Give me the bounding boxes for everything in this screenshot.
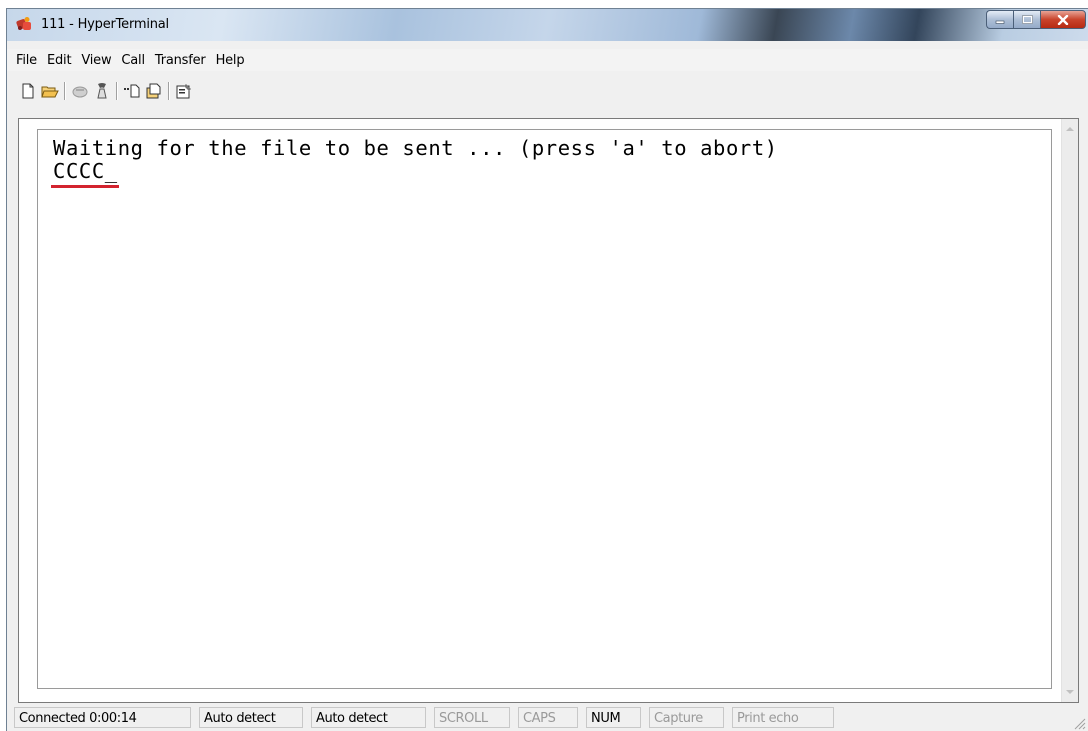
status-auto-detect-speed: Auto detect bbox=[199, 707, 303, 728]
terminal-screen[interactable]: Waiting for the file to be sent ... (pre… bbox=[37, 129, 1052, 689]
menu-transfer[interactable]: Transfer bbox=[150, 53, 211, 68]
maximize-icon bbox=[1021, 15, 1033, 24]
window-controls bbox=[986, 10, 1086, 31]
dial-button[interactable] bbox=[91, 81, 113, 101]
status-auto-detect-params: Auto detect bbox=[311, 707, 426, 728]
receive-file-button[interactable] bbox=[143, 81, 165, 101]
scroll-up-button[interactable] bbox=[1062, 121, 1078, 137]
scroll-down-button[interactable] bbox=[1062, 684, 1078, 700]
menu-bar: File Edit View Call Transfer Help bbox=[7, 49, 1088, 71]
menu-edit[interactable]: Edit bbox=[42, 53, 76, 68]
close-icon bbox=[1057, 14, 1069, 25]
receive-file-icon bbox=[146, 83, 161, 99]
toolbar bbox=[7, 79, 1088, 103]
menu-file[interactable]: File bbox=[11, 53, 42, 68]
hyperterminal-icon[interactable] bbox=[16, 16, 33, 33]
dial-icon bbox=[97, 83, 107, 99]
toolbar-separator bbox=[168, 82, 170, 100]
properties-button[interactable] bbox=[173, 81, 195, 101]
toolbar-separator bbox=[116, 82, 118, 100]
toolbar-separator bbox=[64, 82, 66, 100]
open-icon bbox=[41, 86, 59, 98]
minimize-icon bbox=[995, 20, 1005, 24]
disconnect-button[interactable] bbox=[69, 81, 91, 101]
status-capture: Capture bbox=[649, 707, 724, 728]
send-file-button[interactable] bbox=[121, 81, 143, 101]
terminal-line: CCCC_ bbox=[53, 159, 118, 183]
disconnect-icon bbox=[72, 86, 88, 98]
open-button[interactable] bbox=[39, 81, 61, 101]
status-bar: Connected 0:00:14 Auto detect Auto detec… bbox=[7, 705, 1088, 731]
menu-call[interactable]: Call bbox=[116, 53, 149, 68]
close-button[interactable] bbox=[1040, 10, 1086, 29]
menu-view[interactable]: View bbox=[76, 53, 116, 68]
status-scroll: SCROLL bbox=[434, 707, 510, 728]
terminal-line: Waiting for the file to be sent ... (pre… bbox=[53, 136, 778, 160]
terminal-area[interactable]: Waiting for the file to be sent ... (pre… bbox=[18, 118, 1079, 703]
status-caps: CAPS bbox=[518, 707, 578, 728]
title-bar[interactable]: 111 - HyperTerminal bbox=[7, 9, 1088, 41]
properties-icon bbox=[176, 84, 191, 99]
minimize-button[interactable] bbox=[986, 10, 1013, 29]
vertical-scrollbar[interactable] bbox=[1061, 119, 1078, 702]
send-file-icon bbox=[124, 84, 140, 98]
chevron-down-icon bbox=[1066, 690, 1074, 694]
status-connected: Connected 0:00:14 bbox=[14, 707, 191, 728]
window-title: 111 - HyperTerminal bbox=[41, 17, 169, 32]
hyperterminal-window: 111 - HyperTerminal File Edit View Call … bbox=[6, 8, 1088, 731]
highlight-underline bbox=[51, 185, 119, 188]
status-print-echo: Print echo bbox=[732, 707, 834, 728]
resize-grip-icon[interactable] bbox=[1072, 716, 1086, 730]
maximize-button[interactable] bbox=[1013, 10, 1040, 29]
chevron-up-icon bbox=[1066, 127, 1074, 131]
status-num: NUM bbox=[586, 707, 641, 728]
new-connection-icon bbox=[22, 83, 34, 99]
menu-help[interactable]: Help bbox=[211, 53, 250, 68]
new-connection-button[interactable] bbox=[17, 81, 39, 101]
